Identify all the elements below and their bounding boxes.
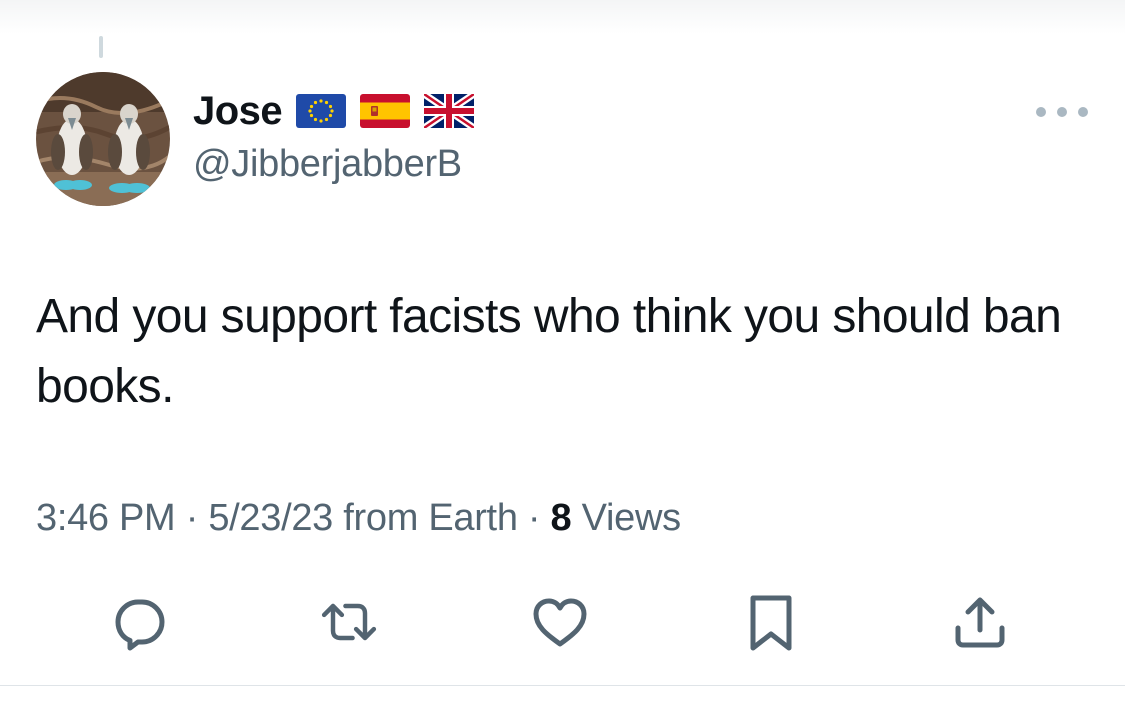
tweet-text: And you support facists who think you sh… — [36, 290, 1062, 413]
bottom-divider — [0, 685, 1125, 686]
reply-icon — [115, 599, 165, 651]
bookmark-icon — [750, 595, 792, 651]
share-button[interactable] — [948, 590, 1012, 654]
uk-flag-icon — [424, 94, 475, 128]
avatar-image — [36, 72, 170, 206]
share-icon — [955, 597, 1005, 648]
more-options-icon[interactable] — [1036, 100, 1088, 124]
author-handle[interactable]: @JibberjabberB — [193, 143, 462, 186]
retweet-icon — [321, 603, 377, 641]
meta-separator-2: · — [527, 497, 541, 539]
like-icon — [533, 598, 587, 647]
retweet-button[interactable] — [317, 590, 381, 654]
views-count[interactable]: 8 — [551, 497, 572, 539]
spain-flag-icon — [360, 94, 411, 128]
display-name[interactable]: Jose — [193, 89, 283, 134]
tweet-meta: 3:46 PM · 5/23/23 from Earth · 8 Views — [36, 497, 681, 540]
top-fade — [0, 0, 1125, 34]
reply-button[interactable] — [108, 590, 172, 654]
tweet-time[interactable]: 3:46 PM — [36, 497, 176, 539]
author-name-row[interactable]: Jose — [193, 88, 475, 134]
eu-flag-icon — [296, 94, 347, 128]
tweet-date[interactable]: 5/23/23 — [208, 497, 333, 539]
meta-separator — [518, 497, 528, 539]
meta-separator: · — [185, 497, 199, 539]
thread-connector-line — [99, 36, 103, 58]
avatar[interactable] — [36, 72, 170, 206]
views-label[interactable]: Views — [582, 497, 681, 539]
tweet-source: from Earth — [343, 497, 518, 539]
bookmark-button[interactable] — [739, 590, 803, 654]
like-button[interactable] — [528, 590, 592, 654]
